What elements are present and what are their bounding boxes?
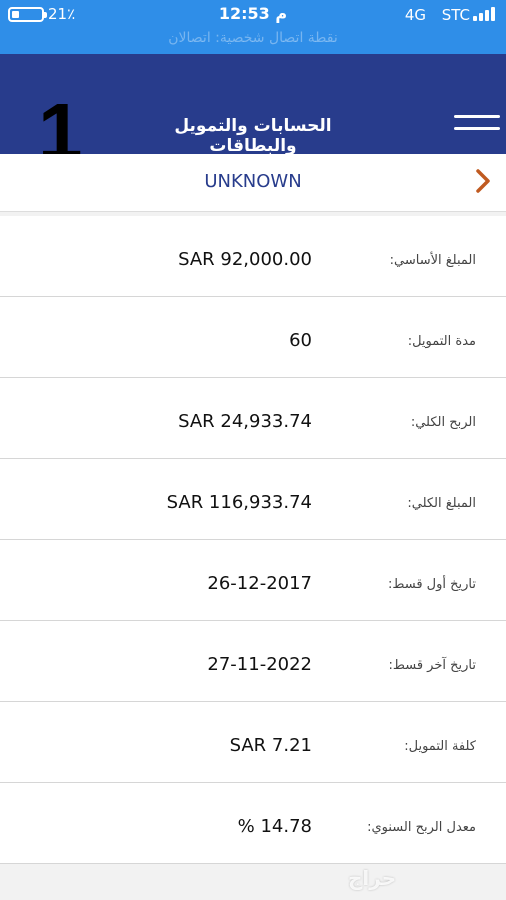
clock: 12:53 م (218, 4, 288, 23)
detail-value: SAR 116,933.74 (166, 492, 312, 513)
finance-details-list: SAR 92,000.00 المبلغ الأساسي: 60 مدة الت… (0, 216, 506, 864)
page-title: الحسابات والتمويل والبطاقات (174, 116, 332, 156)
signal-icon (473, 7, 497, 21)
list-item: SAR 116,933.74 المبلغ الكلي: (0, 459, 506, 540)
list-item: 60 مدة التمويل: (0, 297, 506, 378)
detail-label: كلفة التمويل: (404, 739, 476, 754)
list-item: % 14.78 معدل الربح السنوي: (0, 783, 506, 864)
detail-label: معدل الربح السنوي: (367, 820, 476, 835)
list-item: 27-11-2022 تاريخ آخر قسط: (0, 621, 506, 702)
detail-value: SAR 7.21 (229, 735, 312, 756)
account-name: UNKNOWN (204, 171, 302, 192)
list-item: 26-12-2017 تاريخ أول قسط: (0, 540, 506, 621)
detail-value: SAR 24,933.74 (178, 411, 312, 432)
detail-label: المبلغ الأساسي: (389, 253, 476, 268)
account-selector[interactable]: UNKNOWN (0, 154, 506, 212)
list-item: SAR 92,000.00 المبلغ الأساسي: (0, 216, 506, 297)
list-item: SAR 7.21 كلفة التمويل: (0, 702, 506, 783)
detail-label: الربح الكلي: (410, 415, 476, 430)
carrier-name: STC (441, 6, 470, 24)
status-bar: 21٪ 12:53 م نقطة اتصال شخصية: اتصالان 4G… (0, 0, 506, 54)
detail-label: تاريخ آخر قسط: (388, 658, 476, 673)
hamburger-menu-icon[interactable] (454, 112, 500, 134)
detail-value: 60 (289, 330, 312, 351)
detail-value: 27-11-2022 (207, 654, 312, 675)
detail-value: SAR 92,000.00 (178, 249, 312, 270)
detail-label: مدة التمويل: (407, 334, 476, 349)
watermark-logo: حراج (348, 866, 397, 890)
chevron-right-icon[interactable] (472, 167, 494, 195)
list-item: SAR 24,933.74 الربح الكلي: (0, 378, 506, 459)
detail-label: المبلغ الكلي: (407, 496, 476, 511)
detail-label: تاريخ أول قسط: (388, 577, 476, 592)
network-type: 4G (404, 6, 426, 24)
detail-value: % 14.78 (237, 816, 312, 837)
detail-value: 26-12-2017 (207, 573, 312, 594)
hotspot-text: نقطة اتصال شخصية: اتصالان (168, 30, 338, 46)
